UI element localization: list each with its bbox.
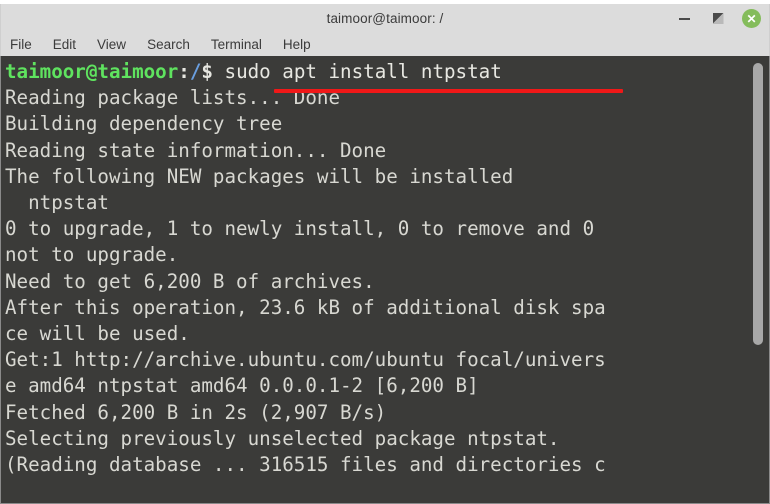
maximize-button[interactable]: [708, 9, 728, 29]
terminal-scrollbar[interactable]: [748, 56, 768, 503]
terminal-line: The following NEW packages will be insta…: [5, 164, 514, 188]
terminal-line: (Reading database ... 316515 files and d…: [5, 453, 606, 477]
menu-item-edit[interactable]: Edit: [53, 37, 87, 52]
terminal-line: 0 to upgrade, 1 to newly install, 0 to r…: [5, 217, 595, 241]
prompt-colon: :: [178, 60, 190, 83]
terminal-line: e amd64 ntpstat amd64 0.0.0.1-2 [6,200 B…: [5, 374, 479, 398]
terminal-window: taimoor@taimoor: / ✕ File Edit View Sear…: [0, 0, 770, 504]
prompt-sigil: $: [201, 60, 225, 83]
prompt-user-host: taimoor@taimoor: [5, 60, 179, 83]
window-controls: ✕: [674, 4, 761, 33]
terminal-line: ntpstat: [5, 191, 109, 215]
terminal-line: Get:1 http://archive.ubuntu.com/ubuntu f…: [5, 348, 606, 372]
minimize-icon: [678, 17, 690, 20]
menu-item-search[interactable]: Search: [147, 37, 201, 52]
terminal-line: Building dependency tree: [5, 112, 283, 136]
terminal-line: ce will be used.: [5, 322, 190, 346]
command-highlight-underline: [274, 89, 623, 93]
terminal-line: After this operation, 23.6 kB of additio…: [5, 295, 606, 319]
menu-item-file[interactable]: File: [10, 37, 43, 52]
minimize-button[interactable]: [674, 9, 694, 29]
terminal-line: Reading state information... Done: [5, 138, 387, 162]
terminal-line: Fetched 6,200 B in 2s (2,907 B/s): [5, 400, 387, 424]
maximize-icon: [713, 13, 724, 24]
terminal-prompt-line: taimoor@taimoor:/$ sudo apt install ntps…: [5, 59, 748, 85]
title-bar: taimoor@taimoor: / ✕: [0, 4, 770, 33]
menu-item-help[interactable]: Help: [283, 37, 322, 52]
menu-bar: File Edit View Search Terminal Help: [0, 33, 770, 56]
terminal-area[interactable]: taimoor@taimoor:/$ sudo apt install ntps…: [0, 56, 770, 504]
close-button[interactable]: ✕: [742, 9, 761, 28]
menu-item-view[interactable]: View: [97, 37, 137, 52]
terminal-line: Selecting previously unselected package …: [5, 426, 560, 450]
terminal-command: sudo apt install ntpstat: [224, 60, 502, 83]
prompt-path: /: [189, 60, 202, 83]
window-title: taimoor@taimoor: /: [326, 11, 444, 26]
menu-item-terminal[interactable]: Terminal: [211, 37, 273, 52]
terminal-scrollbar-thumb[interactable]: [753, 63, 763, 345]
terminal-line: Need to get 6,200 B of archives.: [5, 269, 375, 293]
terminal-line: not to upgrade.: [5, 243, 179, 267]
terminal-output-screen[interactable]: taimoor@taimoor:/$ sudo apt install ntps…: [1, 56, 748, 503]
